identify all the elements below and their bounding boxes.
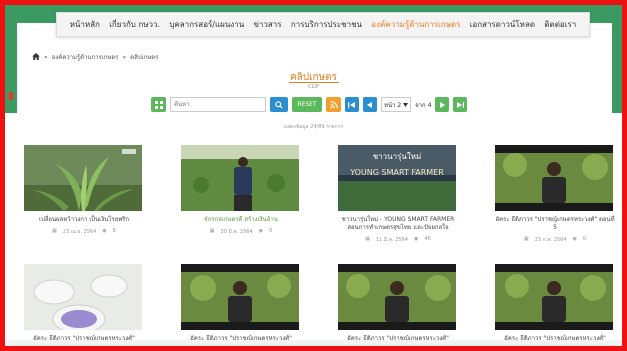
page-total: จาก 4 bbox=[415, 101, 432, 109]
result-count: แสดงข้อมูล 24/89 รายการ bbox=[283, 124, 344, 130]
search-input[interactable] bbox=[170, 97, 266, 112]
prev-page-button[interactable] bbox=[363, 97, 377, 112]
clip-title[interactable]: จักรกลเกษตรดี สร้างเงินล้าน bbox=[181, 216, 301, 224]
calendar-icon: ▦ bbox=[523, 236, 529, 242]
eye-icon: ◉ bbox=[258, 228, 263, 234]
clip-views: 0 bbox=[582, 236, 587, 242]
nav-item-contact[interactable]: ติดต่อเรา bbox=[544, 18, 576, 31]
clip-meta: ▦ 23 เม.ย. 2564 ◉ 8 bbox=[24, 228, 144, 236]
clip-date: 30 มี.ค. 2564 bbox=[220, 229, 253, 235]
rss-button[interactable] bbox=[326, 97, 341, 112]
nav-item-about[interactable]: เกี่ยวกับ กษวว. bbox=[109, 18, 160, 31]
grid-view-button[interactable] bbox=[151, 97, 166, 112]
breadcrumb-separator: » bbox=[44, 53, 48, 61]
listing-toolbar: RESET หน้า 2 จาก 4 bbox=[151, 97, 468, 112]
clip-meta: ▦ 11 มี.ค. 2564 ◉ 46 bbox=[338, 236, 458, 244]
title-divider bbox=[289, 82, 339, 83]
last-page-button[interactable] bbox=[453, 97, 468, 112]
clip-card[interactable]: อัคระ ธีติภาวร "ปราชญ์เกษตรหระวงศ์" bbox=[181, 264, 301, 343]
eye-icon: ◉ bbox=[102, 228, 107, 234]
clip-meta: ▦ 23 ก.พ. 2564 ◉ 0 bbox=[495, 236, 615, 244]
clip-date: 23 เม.ย. 2564 bbox=[62, 229, 97, 235]
home-icon[interactable] bbox=[32, 52, 40, 62]
first-page-button[interactable] bbox=[345, 97, 359, 112]
clip-thumbnail[interactable] bbox=[181, 145, 299, 211]
clip-thumbnail[interactable] bbox=[338, 264, 456, 330]
clip-views: 46 bbox=[424, 236, 431, 242]
thumbnail-overlay-text: YOUNG SMART FARMER bbox=[349, 168, 444, 177]
nav-item-home[interactable]: หน้าหลัก bbox=[70, 18, 100, 31]
breadcrumb-current: คลิปเกษตร bbox=[130, 54, 159, 61]
breadcrumb-separator: » bbox=[122, 53, 127, 61]
breadcrumb: » องค์ความรู้ด้านการเกษตร » คลิปเกษตร bbox=[32, 52, 158, 62]
clip-card[interactable]: เปลี่ยนผลหว้าวงกา เป็นเงินโรยพริก ▦ 23 เ… bbox=[24, 145, 144, 236]
clip-thumbnail[interactable] bbox=[24, 145, 142, 211]
search-button[interactable] bbox=[270, 97, 288, 112]
next-page-icon bbox=[440, 101, 446, 108]
calendar-icon: ▦ bbox=[365, 236, 370, 242]
main-navbar: หน้าหลัก เกี่ยวกับ กษวว. บุคลากรสอร์/แผน… bbox=[56, 12, 590, 37]
status-strip bbox=[5, 340, 622, 346]
right-band bbox=[612, 23, 622, 113]
clip-views: 8 bbox=[112, 228, 116, 234]
prev-page-icon bbox=[367, 101, 372, 108]
clip-thumbnail[interactable]: ชาวนารุ่นใหม่ YOUNG SMART FARMER bbox=[338, 145, 456, 211]
last-page-icon bbox=[457, 101, 465, 108]
chevron-down-icon bbox=[403, 102, 409, 107]
clip-card[interactable]: อัคระ ธีติภาวร "ปราชญ์เกษตรหระวงศ์" ตอนท… bbox=[495, 145, 615, 244]
nav-item-downloads[interactable]: เอกสารดาวน์โหลด bbox=[470, 18, 535, 31]
clip-title[interactable]: เปลี่ยนผลหว้าวงกา เป็นเงินโรยพริก bbox=[24, 216, 144, 224]
clip-card[interactable]: อัคระ ธีติภาวร "ปราชญ์เกษตรหระวงศ์" bbox=[338, 264, 458, 343]
page-select[interactable]: หน้า 2 bbox=[381, 97, 412, 112]
next-page-button[interactable] bbox=[435, 97, 450, 112]
clip-thumbnail[interactable] bbox=[181, 264, 299, 330]
eye-icon: ◉ bbox=[572, 236, 577, 242]
side-marker bbox=[9, 92, 13, 100]
clip-card[interactable]: อัคระ ธีติภาวร "ปราชญ์เกษตรหระวงศ์" bbox=[24, 264, 144, 343]
clip-title[interactable]: ชาวนารุ่นใหม่ - YOUNG SMART FARMER สอนกา… bbox=[338, 216, 458, 232]
eye-icon: ◉ bbox=[414, 236, 419, 242]
clip-date: 23 ก.พ. 2564 bbox=[534, 237, 567, 243]
first-page-icon bbox=[348, 101, 355, 108]
clip-card[interactable]: อัคระ ธีติภาวร "ปราชญ์เกษตรหระวงศ์" bbox=[495, 264, 615, 343]
rss-icon bbox=[330, 100, 338, 108]
clip-thumbnail[interactable] bbox=[495, 264, 613, 330]
nav-item-personnel[interactable]: บุคลากรสอร์/แผนงาน bbox=[169, 18, 244, 31]
clip-card[interactable]: ชาวนารุ่นใหม่ YOUNG SMART FARMER ชาวนารุ… bbox=[338, 145, 458, 244]
nav-item-services[interactable]: การบริการประชาชน bbox=[291, 18, 362, 31]
clip-meta: ▦ 30 มี.ค. 2564 ◉ 0 bbox=[181, 228, 301, 236]
nav-item-news[interactable]: ข่าวสาร bbox=[253, 18, 281, 31]
page-select-value: หน้า 2 bbox=[384, 101, 402, 109]
search-icon bbox=[275, 100, 283, 109]
breadcrumb-knowledge[interactable]: องค์ความรู้ด้านการเกษตร bbox=[52, 52, 119, 62]
grid-icon bbox=[154, 100, 163, 109]
clip-title[interactable]: อัคระ ธีติภาวร "ปราชญ์เกษตรหระวงศ์" ตอนท… bbox=[495, 216, 615, 232]
calendar-icon: ▦ bbox=[209, 228, 215, 234]
reset-button[interactable]: RESET bbox=[292, 97, 322, 112]
page-subtitle: CLIP bbox=[308, 84, 319, 90]
calendar-icon: ▦ bbox=[52, 228, 57, 234]
clip-views: 0 bbox=[269, 228, 273, 234]
clip-thumbnail[interactable] bbox=[24, 264, 142, 330]
clip-date: 11 มี.ค. 2564 bbox=[375, 237, 409, 243]
nav-item-knowledge[interactable]: องค์ความรู้ด้านการเกษตร bbox=[371, 18, 460, 31]
thumbnail-overlay-sub: ชาวนารุ่นใหม่ bbox=[373, 152, 422, 161]
clip-card[interactable]: จักรกลเกษตรดี สร้างเงินล้าน ▦ 30 มี.ค. 2… bbox=[181, 145, 301, 236]
clip-thumbnail[interactable] bbox=[495, 145, 613, 211]
